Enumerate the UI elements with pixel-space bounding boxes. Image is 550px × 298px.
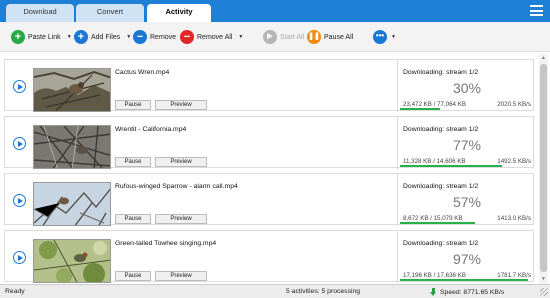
progress-percent: 30% (452, 80, 482, 96)
chevron-down-icon[interactable]: ▼ (238, 34, 243, 40)
download-status: Downloading: stream 1/2 97% 17,196 KB / … (397, 231, 535, 283)
play-icon[interactable] (13, 137, 26, 150)
tab-activity[interactable]: Activity (147, 4, 211, 22)
remove-all-button[interactable]: − Remove All ▼ (180, 29, 243, 45)
pause-all-label: Pause All (324, 33, 354, 41)
toolbar: + Paste Link ▼ + Add Files ▼ − Remove − … (0, 22, 550, 52)
resize-grip-icon[interactable] (540, 288, 548, 296)
start-all-button[interactable]: ▶ Start All (263, 29, 304, 45)
activities-count: 5 activities: 5 processing (286, 288, 361, 295)
total-speed-text: Speed: 8771.65 KB/s (440, 288, 505, 296)
remove-all-label: Remove All (197, 33, 233, 41)
video-thumbnail (33, 239, 111, 283)
pause-icon: ❚❚ (307, 30, 321, 44)
remove-label: Remove (150, 33, 177, 41)
start-all-label: Start All (280, 33, 305, 41)
file-name: Green-tailed Towhee singing.mp4 (115, 240, 217, 247)
video-thumbnail (33, 125, 111, 169)
minus-icon: − (133, 30, 147, 44)
video-thumbnail (33, 68, 111, 112)
pause-button[interactable]: Pause (115, 214, 151, 224)
activity-row: Wrentit - California.mp4 Pause Preview D… (4, 116, 535, 169)
progress-percent: 77% (452, 137, 482, 153)
chevron-down-icon[interactable]: ▼ (391, 34, 396, 40)
download-arrow-icon (430, 288, 437, 296)
play-icon[interactable] (13, 251, 26, 264)
tab-convert[interactable]: Convert (76, 4, 144, 22)
preview-button[interactable]: Preview (155, 271, 207, 281)
play-icon[interactable] (13, 80, 26, 93)
file-name: Wrentit - California.mp4 (115, 126, 187, 133)
add-files-button[interactable]: + Add Files ▼ (74, 29, 131, 45)
progress-bar-fill (400, 165, 502, 167)
status-text: Downloading: stream 1/2 (403, 69, 479, 76)
plus-icon: + (11, 30, 25, 44)
chevron-down-icon[interactable]: ▼ (126, 34, 131, 40)
paste-link-label: Paste Link (28, 33, 61, 41)
chevron-down-icon[interactable]: ▼ (67, 34, 72, 40)
activity-row: Green-tailed Towhee singing.mp4 Pause Pr… (4, 230, 535, 283)
file-name: Cactus Wren.mp4 (115, 69, 170, 76)
scrollbar-thumb[interactable] (540, 64, 547, 272)
tab-bar: Download Convert Activity (0, 0, 550, 22)
activity-row: Cactus Wren.mp4 Pause Preview Downloadin… (4, 59, 535, 112)
plus-icon: + (74, 30, 88, 44)
file-name: Rufous-winged Sparrow - alarm call.mp4 (115, 183, 238, 190)
download-speed: 1413.0 KB/s (497, 215, 531, 222)
status-text: Downloading: stream 1/2 (403, 183, 479, 190)
hamburger-menu-icon[interactable] (530, 5, 543, 16)
preview-button[interactable]: Preview (155, 100, 207, 110)
progress-bar (400, 222, 532, 224)
status-bar: Ready 5 activities: 5 processing Speed: … (0, 284, 550, 298)
total-speed: Speed: 8771.65 KB/s (430, 288, 504, 296)
paste-link-button[interactable]: + Paste Link ▼ (11, 29, 72, 45)
remove-button[interactable]: − Remove (133, 29, 176, 45)
more-options-button[interactable]: ••• ▼ (373, 29, 396, 45)
play-icon[interactable] (13, 194, 26, 207)
download-status: Downloading: stream 1/2 57% 8,672 KB / 1… (397, 174, 535, 226)
play-icon: ▶ (263, 30, 277, 44)
scroll-up-icon[interactable]: ▲ (539, 54, 548, 63)
status-ready: Ready (5, 288, 25, 295)
preview-button[interactable]: Preview (155, 214, 207, 224)
progress-bar-fill (400, 279, 529, 281)
downloaded-size: 17,196 KB / 17,636 KB (403, 272, 466, 279)
progress-bar-fill (400, 108, 440, 110)
download-speed: 1492.5 KB/s (497, 158, 531, 165)
activity-list: Cactus Wren.mp4 Pause Preview Downloadin… (2, 54, 536, 284)
status-text: Downloading: stream 1/2 (403, 240, 479, 247)
pause-all-button[interactable]: ❚❚ Pause All (307, 29, 353, 45)
pause-button[interactable]: Pause (115, 100, 151, 110)
progress-bar (400, 165, 532, 167)
download-speed: 1781.7 KB/s (497, 272, 531, 279)
progress-percent: 97% (452, 251, 482, 267)
preview-button[interactable]: Preview (155, 157, 207, 167)
video-thumbnail (33, 182, 111, 226)
progress-bar (400, 108, 532, 110)
pause-button[interactable]: Pause (115, 157, 151, 167)
more-icon: ••• (373, 30, 387, 44)
vertical-scrollbar[interactable]: ▲ ▼ (539, 54, 548, 284)
downloaded-size: 23,472 KB / 77,064 KB (403, 101, 466, 108)
progress-bar (400, 279, 532, 281)
tab-download[interactable]: Download (6, 4, 74, 22)
downloaded-size: 8,672 KB / 15,079 KB (403, 215, 463, 222)
add-files-label: Add Files (91, 33, 121, 41)
downloaded-size: 11,328 KB / 14,606 KB (403, 158, 466, 165)
scroll-down-icon[interactable]: ▼ (539, 275, 548, 284)
minus-icon: − (180, 30, 194, 44)
progress-bar-fill (400, 222, 476, 224)
download-speed: 2020.5 KB/s (497, 101, 531, 108)
download-status: Downloading: stream 1/2 77% 11,328 KB / … (397, 117, 535, 169)
pause-button[interactable]: Pause (115, 271, 151, 281)
download-status: Downloading: stream 1/2 30% 23,472 KB / … (397, 60, 535, 112)
progress-percent: 57% (452, 194, 482, 210)
status-text: Downloading: stream 1/2 (403, 126, 479, 133)
activity-row: Rufous-winged Sparrow - alarm call.mp4 P… (4, 173, 535, 226)
